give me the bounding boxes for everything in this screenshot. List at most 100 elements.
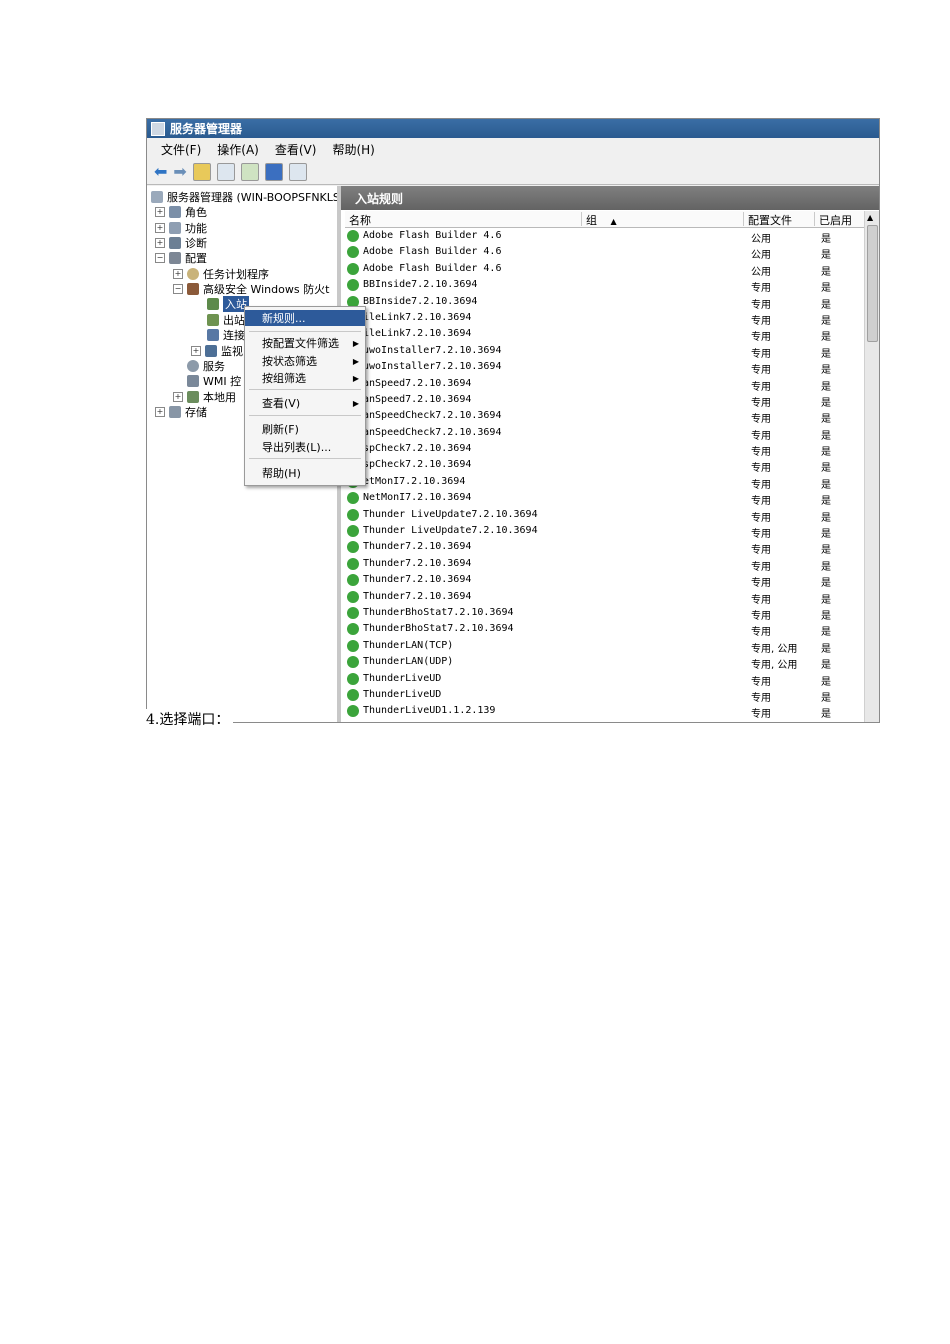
tree-item-firewall[interactable]: − 高级安全 Windows 防火t: [173, 281, 329, 296]
table-row[interactable]: etMonI7.2.10.3694 专用 是: [345, 474, 865, 491]
menu-item-export[interactable]: 导出列表(L)...: [245, 439, 365, 455]
toolbar: ⬅ ➡: [147, 160, 879, 185]
col-group[interactable]: 组 ▲: [582, 212, 744, 227]
forward-icon[interactable]: ➡: [173, 164, 186, 180]
menu-file[interactable]: 文件(F): [161, 141, 201, 158]
menu-item-filter-group[interactable]: 按组筛选 ▶: [245, 370, 365, 386]
expand-icon[interactable]: +: [173, 391, 183, 402]
table-row[interactable]: ileLink7.2.10.3694 专用 是: [345, 326, 865, 343]
table-row[interactable]: uwoInstaller7.2.10.3694 专用 是: [345, 343, 865, 360]
expand-icon[interactable]: +: [155, 406, 165, 417]
table-row[interactable]: spCheck7.2.10.3694 专用 是: [345, 441, 865, 458]
export-icon[interactable]: [240, 163, 259, 181]
table-row[interactable]: BBInside7.2.10.3694 专用 是: [345, 277, 865, 294]
table-row[interactable]: spCheck7.2.10.3694 专用 是: [345, 457, 865, 474]
services-icon: [187, 359, 199, 372]
expand-icon[interactable]: +: [155, 206, 165, 217]
help-icon[interactable]: [264, 163, 283, 181]
table-row[interactable]: Thunder7.2.10.3694 专用 是: [345, 556, 865, 573]
menu-item-new-rule[interactable]: 新规则...: [245, 310, 365, 326]
scroll-up-icon[interactable]: ▲: [867, 213, 873, 222]
table-row[interactable]: anSpeedCheck7.2.10.3694 专用 是: [345, 408, 865, 426]
tree-item-monitor[interactable]: + 监视: [191, 343, 243, 358]
tree-item-features[interactable]: + 功能: [155, 220, 207, 235]
tree-item-config[interactable]: − 配置: [155, 250, 207, 265]
table-row[interactable]: BBInside7.2.10.3694 专用 是: [345, 294, 865, 311]
vertical-scrollbar[interactable]: ▲: [864, 211, 879, 722]
rule-name: Thunder7.2.10.3694: [363, 541, 472, 553]
table-row[interactable]: ThunderLAN(UDP) 专用, 公用 是: [345, 654, 865, 671]
rule-name: uwoInstaller7.2.10.3694: [363, 344, 502, 356]
collapse-icon[interactable]: −: [173, 283, 183, 294]
table-row[interactable]: ThunderLAN(TCP) 专用, 公用 是: [345, 638, 865, 655]
tree-item-inbound[interactable]: 入站: [207, 295, 249, 312]
table-row[interactable]: ThunderLiveUD1.1.2.139 专用 是: [345, 703, 865, 720]
tree-item-outbound[interactable]: 出站: [207, 312, 245, 327]
expand-icon[interactable]: +: [155, 222, 165, 233]
table-row[interactable]: Thunder LiveUpdate7.2.10.3694 专用 是: [345, 523, 865, 541]
back-icon[interactable]: ⬅: [154, 164, 167, 180]
up-folder-icon[interactable]: [192, 163, 211, 181]
tree-item-wmi[interactable]: WMI 控: [187, 373, 241, 388]
rule-enabled: 是: [821, 414, 831, 426]
enabled-check-icon: [347, 606, 359, 619]
monitor-icon: [205, 344, 217, 357]
expand-icon[interactable]: +: [155, 237, 165, 248]
tree-root[interactable]: 服务器管理器 (WIN-BOOPSFNKLS: [151, 189, 337, 204]
tree-item-services[interactable]: 服务: [187, 358, 225, 373]
table-row[interactable]: Thunder7.2.10.3694 专用 是: [345, 589, 865, 606]
table-row[interactable]: ThunderBhoStat7.2.10.3694 专用 是: [345, 605, 865, 622]
table-row[interactable]: anSpeedCheck7.2.10.3694 专用 是: [345, 425, 865, 442]
expand-icon[interactable]: +: [173, 268, 183, 279]
menu-item-refresh[interactable]: 刷新(F): [245, 421, 365, 437]
rule-profile: 专用: [751, 627, 771, 639]
table-row[interactable]: Adobe Flash Builder 4.6 公用 是: [345, 261, 865, 278]
scroll-thumb[interactable]: [867, 225, 878, 342]
table-row[interactable]: ileLink7.2.10.3694 专用 是: [345, 310, 865, 327]
menu-item-help[interactable]: 帮助(H): [245, 465, 365, 481]
table-row[interactable]: Adobe Flash Builder 4.6 公用 是: [345, 244, 865, 261]
rule-profile: 专用: [751, 512, 771, 524]
col-enabled[interactable]: 已启用: [815, 212, 861, 227]
menu-action[interactable]: 操作(A): [217, 141, 259, 158]
tree-label: 角色: [185, 205, 207, 219]
table-row[interactable]: Thunder LiveUpdate7.2.10.3694 专用 是: [345, 507, 865, 524]
show-hide-tree-icon[interactable]: [216, 163, 235, 181]
rule-enabled: 是: [821, 676, 831, 688]
menu-help[interactable]: 帮助(H): [332, 141, 374, 158]
tree-item-task-scheduler[interactable]: + 任务计划程序: [173, 266, 269, 281]
tree-label: 本地用: [203, 390, 236, 404]
menu-item-view[interactable]: 查看(V) ▶: [245, 395, 365, 411]
tree-label: 出站: [223, 313, 245, 327]
menu-item-filter-profile[interactable]: 按配置文件筛选 ▶: [245, 335, 365, 351]
menu-view[interactable]: 查看(V): [275, 141, 317, 158]
table-row[interactable]: Thunder7.2.10.3694 专用 是: [345, 539, 865, 556]
rule-enabled: 是: [821, 529, 831, 541]
table-row[interactable]: ThunderBhoStat7.2.10.3694 专用 是: [345, 621, 865, 639]
collapse-icon[interactable]: −: [155, 252, 165, 263]
table-row[interactable]: anSpeed7.2.10.3694 专用 是: [345, 376, 865, 393]
rules-list: Adobe Flash Builder 4.6 公用是 Adobe Flash Bu…: [345, 228, 865, 720]
tree-item-roles[interactable]: + 角色: [155, 204, 207, 219]
rule-enabled: 是: [821, 561, 831, 573]
table-row[interactable]: NetMonI7.2.10.3694 专用 是: [345, 490, 865, 507]
tree-item-storage[interactable]: + 存储: [155, 404, 207, 419]
expand-icon[interactable]: +: [191, 345, 201, 356]
rule-profile: 专用: [751, 414, 771, 426]
table-row[interactable]: ThunderLiveUD 专用 是: [345, 687, 865, 704]
col-name[interactable]: 名称: [345, 212, 582, 227]
table-row[interactable]: anSpeed7.2.10.3694 专用 是: [345, 392, 865, 409]
tree-item-connection[interactable]: 连接: [207, 327, 245, 342]
menu-item-filter-state[interactable]: 按状态筛选 ▶: [245, 353, 365, 369]
menu-separator: [249, 415, 361, 416]
properties-icon[interactable]: [288, 163, 307, 181]
inbound-rules-panel: 入站规则 名称 组 ▲ 配置文件 已启用 Adobe Flash Builder…: [341, 186, 879, 722]
col-profile[interactable]: 配置文件: [744, 212, 815, 227]
table-row[interactable]: ThunderLiveUD 专用 是: [345, 671, 865, 688]
tree-item-diagnostics[interactable]: + 诊断: [155, 235, 207, 250]
table-row[interactable]: Adobe Flash Builder 4.6 公用 是: [345, 228, 865, 245]
tree-item-local-users[interactable]: + 本地用: [173, 389, 236, 404]
table-row[interactable]: Thunder7.2.10.3694 专用 是: [345, 572, 865, 589]
rule-profile: 专用: [751, 529, 771, 541]
table-row[interactable]: uwoInstaller7.2.10.3694 专用 是: [345, 359, 865, 376]
